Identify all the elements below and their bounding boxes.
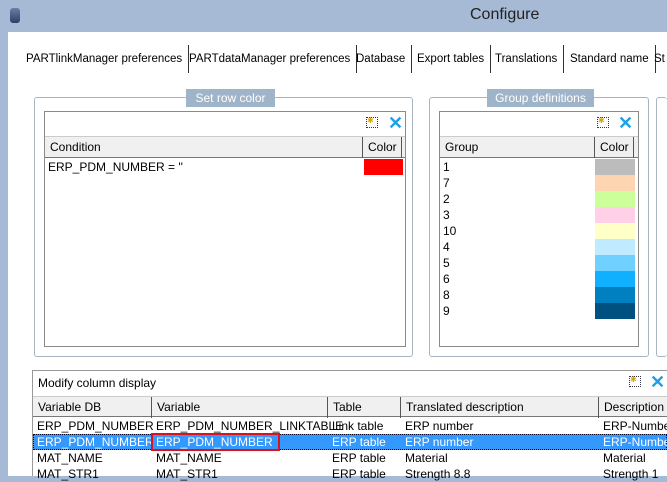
table-row[interactable]: MAT_NAME MAT_NAME ERP table Material Materia…: [33, 450, 667, 466]
tab-standard-name[interactable]: Standard name: [564, 45, 656, 73]
group-number: 8: [443, 288, 450, 302]
table-cell: MAT_NAME: [37, 451, 103, 465]
color-swatch[interactable]: [595, 175, 635, 191]
color-swatch[interactable]: [595, 207, 635, 223]
table-cell: MAT_STR1: [156, 467, 218, 481]
header-variable-db[interactable]: Variable DB: [33, 397, 152, 418]
color-swatch[interactable]: [595, 255, 635, 271]
table-cell: Link table: [332, 419, 384, 433]
group-number: 2: [443, 192, 450, 206]
table-row[interactable]: MAT_STR1 MAT_STR1 ERP table Strength 8.8 Str…: [33, 466, 667, 482]
delete-icon[interactable]: ✕: [650, 372, 665, 393]
table-row[interactable]: ERP_PDM_NUMBER ERP_PDM_NUMBER_LINKTABLE Li…: [33, 418, 667, 434]
table-cell: ERP number: [405, 419, 474, 433]
app-icon: [10, 8, 20, 23]
table-row[interactable]: ERP_PDM_NUMBER ERP_PDM_NUMBER ERP table ERP…: [33, 433, 667, 451]
color-swatch[interactable]: [595, 191, 635, 207]
table-cell: Material: [603, 451, 646, 465]
delete-icon[interactable]: ✕: [618, 113, 633, 134]
table-cell: ERP_PDM_NUMBER: [37, 419, 154, 433]
third-panel: [656, 97, 667, 357]
header-table[interactable]: Table: [328, 397, 401, 418]
tab-database[interactable]: Database: [350, 45, 413, 73]
color-swatch[interactable]: [595, 303, 635, 319]
row-color-list: ✱ ✕ Condition Color ERP_PDM_NUMBER = '': [44, 111, 406, 347]
list-item[interactable]: 3: [440, 207, 638, 223]
group-number: 5: [443, 256, 450, 270]
table-cell: ERP number: [405, 435, 474, 449]
list-item[interactable]: 8: [440, 287, 638, 303]
modify-column-display: Modify column display ✱ ✕ Variable DB Va…: [32, 370, 667, 481]
list-item[interactable]: 4: [440, 239, 638, 255]
header-color[interactable]: Color: [363, 137, 402, 158]
list-item[interactable]: 1: [440, 159, 638, 175]
tab-export-tables[interactable]: Export tables: [411, 45, 492, 73]
delete-icon[interactable]: ✕: [388, 113, 403, 134]
list-item[interactable]: ERP_PDM_NUMBER = '': [45, 159, 405, 175]
window-title: Configure: [470, 6, 540, 23]
table-cell: Strength 8.8: [405, 467, 471, 481]
table-cell: ERP_PDM_NUMBER_LINKTABLE: [156, 419, 344, 433]
title-bar: Configure: [0, 0, 667, 32]
column-display-title: Modify column display: [38, 376, 157, 390]
table-cell: MAT_NAME: [156, 451, 222, 465]
list-item[interactable]: 5: [440, 255, 638, 271]
group-number: 10: [443, 224, 457, 238]
header-color[interactable]: Color: [595, 137, 634, 158]
table-cell: ERP-Number: [603, 435, 667, 449]
color-swatch[interactable]: [595, 159, 635, 175]
table-cell: ERP_PDM_NUMBER: [151, 433, 280, 451]
list-item[interactable]: 10: [440, 223, 638, 239]
condition-text: ERP_PDM_NUMBER = '': [48, 160, 183, 174]
tab-partlinkmanager-preferences[interactable]: PARTlinkManager preferences: [20, 45, 190, 73]
list-item[interactable]: 6: [440, 271, 638, 287]
header-description[interactable]: Description: [599, 397, 667, 418]
color-swatch[interactable]: [595, 271, 635, 287]
group-number: 3: [443, 208, 450, 222]
group-number: 7: [443, 176, 450, 190]
table-cell: MAT_STR1: [37, 467, 99, 481]
group-number: 9: [443, 304, 450, 318]
table-cell: ERP table: [332, 451, 386, 465]
table-cell: ERP table: [332, 467, 386, 481]
table-cell: Material: [405, 451, 448, 465]
color-swatch[interactable]: [595, 239, 635, 255]
color-swatch[interactable]: [595, 223, 635, 239]
table-cell: ERP table: [332, 435, 386, 449]
group-definitions-group: Group definitions ✱ ✕ Group Color 1 7 2 3 10…: [429, 89, 649, 357]
header-translated-description[interactable]: Translated description: [401, 397, 599, 418]
table-cell: ERP_PDM_NUMBER: [37, 435, 154, 449]
color-swatch[interactable]: [364, 159, 403, 175]
header-condition[interactable]: Condition: [45, 137, 363, 158]
new-icon[interactable]: ✱: [629, 376, 641, 387]
tab-partdatamanager-preferences[interactable]: PARTdataManager preferences: [183, 45, 358, 73]
header-group[interactable]: Group: [440, 137, 595, 158]
group-number: 4: [443, 240, 450, 254]
new-icon[interactable]: ✱: [597, 117, 609, 128]
new-icon[interactable]: ✱: [366, 117, 378, 128]
group-list: ✱ ✕ Group Color 1 7 2 3 10 4 5 6 8 9: [439, 111, 639, 347]
group-number: 6: [443, 272, 450, 286]
list-item[interactable]: 2: [440, 191, 638, 207]
set-row-color-legend: Set row color: [186, 89, 275, 107]
color-swatch[interactable]: [595, 287, 635, 303]
table-cell: ERP-Number: [603, 419, 667, 433]
header-variable[interactable]: Variable: [152, 397, 328, 418]
group-number: 1: [443, 160, 450, 174]
group-definitions-legend: Group definitions: [487, 89, 594, 107]
table-cell: Strength 1: [603, 467, 659, 481]
tab-more[interactable]: St: [648, 45, 665, 73]
set-row-color-group: Set row color ✱ ✕ Condition Color ERP_PD…: [34, 89, 413, 357]
list-item[interactable]: 7: [440, 175, 638, 191]
list-item[interactable]: 9: [440, 303, 638, 319]
tab-translations[interactable]: Translations: [489, 45, 565, 73]
